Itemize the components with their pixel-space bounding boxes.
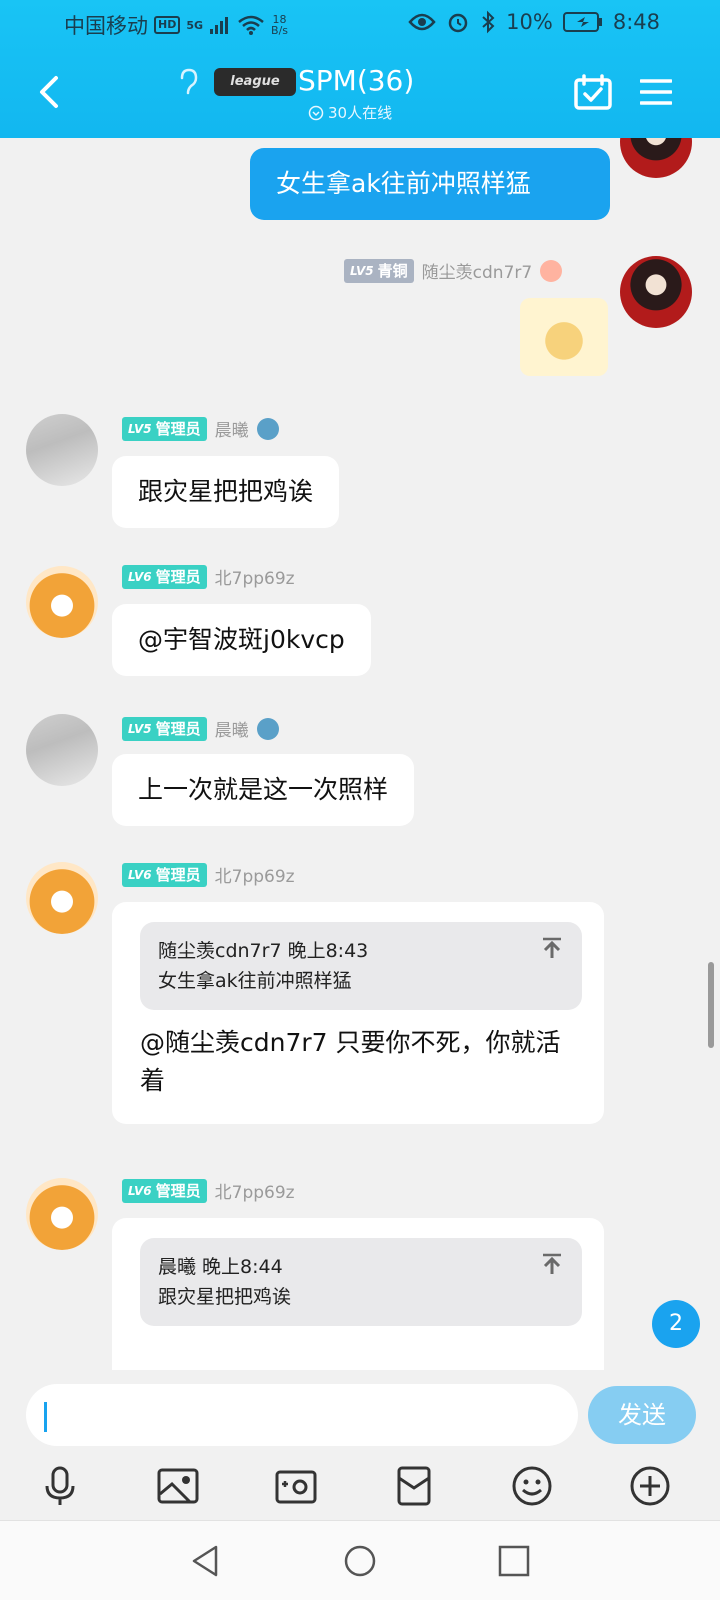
- nav-home-icon[interactable]: [342, 1543, 378, 1579]
- clock: 8:48: [612, 10, 660, 34]
- role-badge: LV6 管理员: [122, 862, 207, 887]
- role-label: 管理员: [155, 866, 201, 884]
- group-logo: league: [214, 68, 296, 96]
- level-label: LV5: [128, 721, 152, 736]
- image-icon[interactable]: [156, 1464, 200, 1508]
- message-bubble[interactable]: 女生拿ak往前冲照样猛: [250, 148, 610, 220]
- level-label: LV6: [128, 867, 152, 882]
- message-bubble[interactable]: 上一次就是这一次照样: [112, 754, 415, 826]
- send-button[interactable]: 发送: [588, 1386, 696, 1444]
- sender-name[interactable]: 晨曦: [215, 716, 249, 741]
- battery-icon: [562, 12, 602, 32]
- pin-top-icon[interactable]: [540, 1252, 564, 1276]
- online-icon: [308, 105, 324, 120]
- avatar[interactable]: [26, 862, 98, 934]
- sender-name[interactable]: 北7pp69z: [215, 1178, 295, 1203]
- chat-header: 中国移动 HD 5G 18 B/s 10% 8:48 league SPM(36…: [0, 0, 720, 138]
- dragon-emoji-icon: [256, 717, 279, 740]
- reply-message-bubble[interactable]: 随尘羡cdn7r7 晚上8:43 女生拿ak往前冲照样猛 @随尘羡cdn7r7 …: [112, 902, 604, 1124]
- plus-icon[interactable]: [628, 1464, 672, 1508]
- sender-name[interactable]: 北7pp69z: [215, 862, 295, 887]
- sender-info: LV6 管理员 北7pp69z: [122, 1178, 295, 1203]
- system-nav-bar: [0, 1520, 720, 1600]
- message-input[interactable]: [26, 1384, 578, 1446]
- net-speed: 18 B/s: [271, 14, 288, 36]
- role-badge: LV5 管理员: [122, 416, 207, 441]
- avatar[interactable]: [26, 1178, 98, 1250]
- nav-back-icon[interactable]: [188, 1543, 224, 1579]
- message-text: @随尘羡cdn7r7 只要你不死，你就活着: [140, 1028, 561, 1095]
- calendar-check-icon[interactable]: [574, 74, 612, 110]
- quoted-message[interactable]: 晨曦 晚上8:44 跟灾星把把鸡诶: [140, 1238, 582, 1326]
- role-badge: LV6 管理员: [122, 564, 207, 589]
- sender-info: LV6 管理员 北7pp69z: [122, 564, 295, 589]
- ear-icon: [180, 68, 198, 95]
- level-label: LV5: [350, 263, 374, 278]
- level-badge: LV5 青铜: [344, 258, 414, 283]
- message-bubble[interactable]: @宇智波斑j0kvcp: [112, 604, 371, 676]
- eye-icon: [408, 13, 436, 31]
- back-icon[interactable]: [36, 74, 62, 110]
- nav-recent-icon[interactable]: [496, 1543, 532, 1579]
- sender-info: LV5 管理员 晨曦: [122, 416, 279, 441]
- pin-top-icon[interactable]: [540, 936, 564, 960]
- scrollbar[interactable]: [708, 962, 714, 1048]
- sender-info: LV6 管理员 北7pp69z: [122, 862, 295, 887]
- signal-bars-icon: [210, 17, 229, 34]
- level-label: LV6: [128, 1183, 152, 1198]
- chat-title-area[interactable]: league SPM(36) 30人在线: [170, 60, 470, 130]
- composer-toolbar: [0, 1450, 720, 1520]
- hd-icon: HD: [154, 16, 181, 34]
- camera-icon[interactable]: [274, 1464, 318, 1508]
- net-speed-unit: B/s: [271, 24, 289, 37]
- emoji-icon[interactable]: [510, 1464, 554, 1508]
- quote-text: 跟灾星把把鸡诶: [158, 1286, 292, 1308]
- alarm-icon: [448, 13, 468, 33]
- online-label: 30人在线: [328, 104, 393, 122]
- smile-emoji-icon: [540, 259, 563, 282]
- level-label: LV6: [128, 569, 152, 584]
- unread-count-badge[interactable]: 2: [652, 1300, 700, 1348]
- carrier-label: 中国移动: [64, 14, 148, 38]
- redpacket-icon[interactable]: [392, 1464, 436, 1508]
- sender-name[interactable]: 晨曦: [215, 416, 249, 441]
- role-label: 管理员: [155, 720, 201, 738]
- quote-header: 晨曦 晚上8:44: [158, 1256, 283, 1278]
- status-bar: 中国移动 HD 5G 18 B/s 10% 8:48: [0, 0, 720, 50]
- sender-info: LV5 管理员 晨曦: [122, 716, 279, 741]
- signal-icon: 5G: [186, 18, 204, 32]
- role-label: 管理员: [155, 420, 201, 438]
- avatar[interactable]: [26, 414, 98, 486]
- avatar[interactable]: [26, 566, 98, 638]
- page-title: SPM(36): [298, 64, 415, 97]
- role-label: 管理员: [155, 568, 201, 586]
- reply-message-bubble[interactable]: 晨曦 晚上8:44 跟灾星把把鸡诶: [112, 1218, 604, 1370]
- menu-icon[interactable]: [640, 78, 672, 106]
- role-badge: LV6 管理员: [122, 1178, 207, 1203]
- bluetooth-icon: [482, 10, 495, 34]
- dragon-emoji-icon: [256, 417, 279, 440]
- avatar[interactable]: [620, 138, 692, 178]
- sender-name[interactable]: 随尘羡cdn7r7: [422, 258, 533, 283]
- quote-text: 女生拿ak往前冲照样猛: [158, 970, 352, 992]
- microphone-icon[interactable]: [38, 1464, 82, 1508]
- role-badge: LV5 管理员: [122, 716, 207, 741]
- sticker-image[interactable]: [520, 298, 608, 376]
- rank-label: 青铜: [377, 262, 408, 280]
- quote-header: 随尘羡cdn7r7 晚上8:43: [158, 940, 369, 962]
- level-label: LV5: [128, 421, 152, 436]
- role-label: 管理员: [155, 1182, 201, 1200]
- text-caret: [44, 1402, 47, 1432]
- wifi-icon: [238, 15, 264, 35]
- avatar[interactable]: [620, 256, 692, 328]
- online-count: 30人在线: [308, 102, 392, 123]
- message-bubble[interactable]: 跟灾星把把鸡诶: [112, 456, 340, 528]
- sender-name[interactable]: 北7pp69z: [215, 564, 295, 589]
- battery-percent: 10%: [506, 10, 553, 34]
- composer: 发送: [0, 1370, 720, 1450]
- avatar[interactable]: [26, 714, 98, 786]
- quoted-message[interactable]: 随尘羡cdn7r7 晚上8:43 女生拿ak往前冲照样猛: [140, 922, 582, 1010]
- message-list[interactable]: 女生拿ak往前冲照样猛 LV5 青铜 随尘羡cdn7r7 LV5 管理员 晨曦 …: [0, 138, 720, 1370]
- sender-info: LV5 青铜 随尘羡cdn7r7: [344, 258, 563, 283]
